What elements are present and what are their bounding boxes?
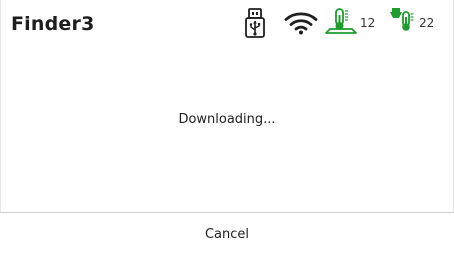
bed-temperature: 12	[360, 16, 376, 30]
heated-bed-thermometer-icon	[325, 8, 357, 34]
status-bar: Finder3 12 22	[0, 0, 454, 50]
wifi-icon	[284, 12, 318, 35]
screen: Finder3 12 22 Downloading... Cancel	[0, 0, 454, 257]
usb-drive-icon	[245, 8, 265, 38]
nozzle-thermometer-icon	[390, 8, 414, 31]
nozzle-temperature: 22	[419, 16, 435, 30]
status-message: Downloading...	[178, 112, 276, 127]
cancel-button[interactable]: Cancel	[0, 213, 454, 257]
app-title: Finder3	[11, 13, 95, 35]
